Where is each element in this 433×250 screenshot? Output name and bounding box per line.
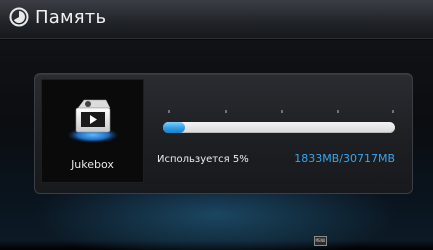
- app-label: Jukebox: [71, 158, 114, 171]
- scale-tick: [168, 110, 170, 113]
- memory-screen: Память Jukebox Используется 5% 1833MB/30…: [0, 0, 433, 250]
- used-percent-label: Используется 5%: [157, 154, 249, 165]
- jukebox-media-icon: [66, 94, 120, 144]
- title-bar: Память: [0, 0, 433, 39]
- storage-progress-bar: [163, 122, 395, 133]
- storage-progress-fill: [163, 122, 185, 133]
- scale-tick: [337, 110, 339, 113]
- scale-tick: [281, 110, 283, 113]
- scale-tick: [392, 110, 394, 113]
- pie-chart-icon: [9, 7, 29, 27]
- page-title: Память: [35, 7, 107, 28]
- storage-size-label: 1833MB/30717MB: [294, 152, 395, 165]
- menu-key-icon: MENU: [314, 236, 327, 246]
- scale-tick: [225, 110, 227, 113]
- app-tile-jukebox[interactable]: Jukebox: [41, 79, 144, 183]
